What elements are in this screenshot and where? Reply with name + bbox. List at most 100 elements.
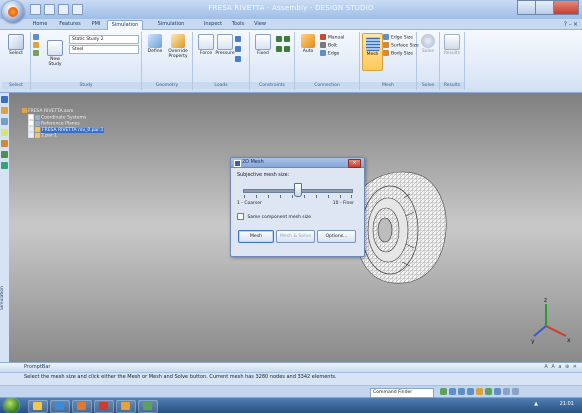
feature-library-icon[interactable] [1,129,8,136]
mesh-size-slider-thumb[interactable] [294,183,302,197]
roller-icon[interactable] [284,46,290,52]
study-select[interactable]: Static Study 2 [69,35,139,44]
override-property-icon [171,34,185,48]
same-mesh-size-option[interactable]: Same component mesh size [237,213,311,220]
surface-size-button[interactable]: Surface Size [383,42,419,50]
taskbar-app-2[interactable] [138,400,158,413]
thermal-icon[interactable] [235,56,241,62]
group-label-mesh: Mesh [360,82,416,89]
material-select[interactable]: Steel [69,45,139,54]
study-group: New Study Static Study 2 Steel Study [31,32,142,90]
define-button[interactable]: Define [145,34,165,54]
override-property-button[interactable]: Override Property [168,34,188,59]
edge-connection-button[interactable]: Edge [320,50,339,58]
view-triad[interactable]: z x y [530,296,574,344]
manual-connection-button[interactable]: Manual [320,34,344,42]
taskbar-media[interactable] [72,400,92,413]
zoom-area-icon[interactable] [440,388,447,395]
body-size-icon [383,50,389,56]
app-2-icon [143,402,152,410]
gravity-icon[interactable] [235,46,241,52]
slider-tick [351,195,352,198]
select-button[interactable]: Select [6,34,26,56]
new-study-button[interactable]: New Study [45,40,65,67]
force-icon [198,34,214,50]
taskbar-browser[interactable] [50,400,70,413]
tree-item-part-2[interactable]: 2.par:1 [28,132,57,139]
pinned-icon[interactable] [276,36,282,42]
prompt-bar-tools[interactable]: A A a ⊕ ✕ [544,364,578,371]
tab-simulation-geometry[interactable]: Simulation Geometry [145,20,197,36]
mesh-ribbon-button[interactable]: Mesh [362,33,383,71]
taskbar-solid-edge[interactable] [116,400,136,413]
library-icon[interactable] [1,107,8,114]
windows-taskbar: ▲ 21:01 [0,397,582,413]
geometry-group: Define Override Property Geometry [142,32,193,90]
body-size-button[interactable]: Body Size [383,50,413,58]
prompt-message: Select the mesh size and click either th… [24,374,337,380]
family-members-icon[interactable] [1,140,8,147]
define-icon [148,34,162,48]
torque-icon[interactable] [235,36,241,42]
browser-icon [55,402,64,410]
part-checkbox[interactable] [28,132,34,138]
mesh-button[interactable]: Mesh [238,230,274,243]
options-button[interactable]: Options... [317,230,356,243]
help-controls[interactable]: ? - × [564,21,578,28]
engineering-reference-icon[interactable] [1,162,8,169]
tray-expand-icon[interactable]: ▲ [534,401,538,407]
application-menu-button[interactable] [2,1,24,23]
mesh-and-solve-button[interactable]: Mesh & Solve [276,230,315,243]
tab-pmi[interactable]: PMI [88,20,104,29]
slider-tick [328,195,329,198]
tab-simulation[interactable]: Simulation [107,20,143,30]
shaded-view-icon[interactable] [494,388,501,395]
fit-icon[interactable] [458,388,465,395]
view-orientation-icon[interactable] [485,388,492,395]
pressure-button[interactable]: Pressure [215,34,235,56]
bolt-connection-button[interactable]: Bolt [320,42,337,50]
minimize-button[interactable] [517,0,536,15]
edge-size-button[interactable]: Edge Size [383,34,413,42]
maximize-button[interactable] [535,0,554,15]
sliding-icon[interactable] [284,36,290,42]
group-label-loads: Loads [193,82,249,89]
cylindrical-icon[interactable] [276,46,282,52]
sketch-view-icon[interactable] [503,388,510,395]
tray-clock[interactable]: 21:01 [560,401,574,407]
pathfinder-icon[interactable] [1,96,8,103]
simulation-pane-tab[interactable]: Simulation [0,273,9,323]
force-button[interactable]: Force [196,34,216,56]
results-group: Results Results [440,32,465,90]
rotate-icon[interactable] [476,388,483,395]
dialog-title-bar[interactable]: 2D Mesh × [231,158,364,168]
mesh-dialog: 2D Mesh × Subjective mesh size: 1 - Coar… [230,157,365,257]
close-window-button[interactable] [553,0,579,15]
taskbar-app[interactable] [94,400,114,413]
tab-features[interactable]: Features [56,20,84,29]
start-button[interactable] [4,398,19,413]
tab-tools[interactable]: Tools [228,20,248,29]
dialog-close-button[interactable]: × [348,159,361,168]
same-mesh-size-checkbox[interactable] [237,213,244,220]
auto-connection-button[interactable]: Auto [298,34,318,54]
folder-icon [33,402,42,410]
app-logo-icon [8,7,18,17]
fixed-button[interactable]: Fixed [253,34,273,56]
group-label-solve: Solve [417,82,439,89]
tab-inspect[interactable]: Inspect [201,20,225,29]
app-icon [99,402,108,410]
results-button[interactable]: Results [442,34,462,56]
simulation-pane-icon[interactable] [1,151,8,158]
taskbar-explorer[interactable] [28,400,48,413]
material-icon [33,42,39,48]
window-title: FRESA RIVETTA - Assembly - DESIGN STUDIO [208,4,374,12]
pan-icon[interactable] [467,388,474,395]
tab-view[interactable]: View [251,20,269,29]
view-style-icon[interactable] [512,388,519,395]
surface-size-icon [383,42,389,48]
zoom-icon[interactable] [449,388,456,395]
solve-button[interactable]: Solve [418,34,438,54]
layers-icon[interactable] [1,118,8,125]
tab-home[interactable]: Home [28,20,52,29]
